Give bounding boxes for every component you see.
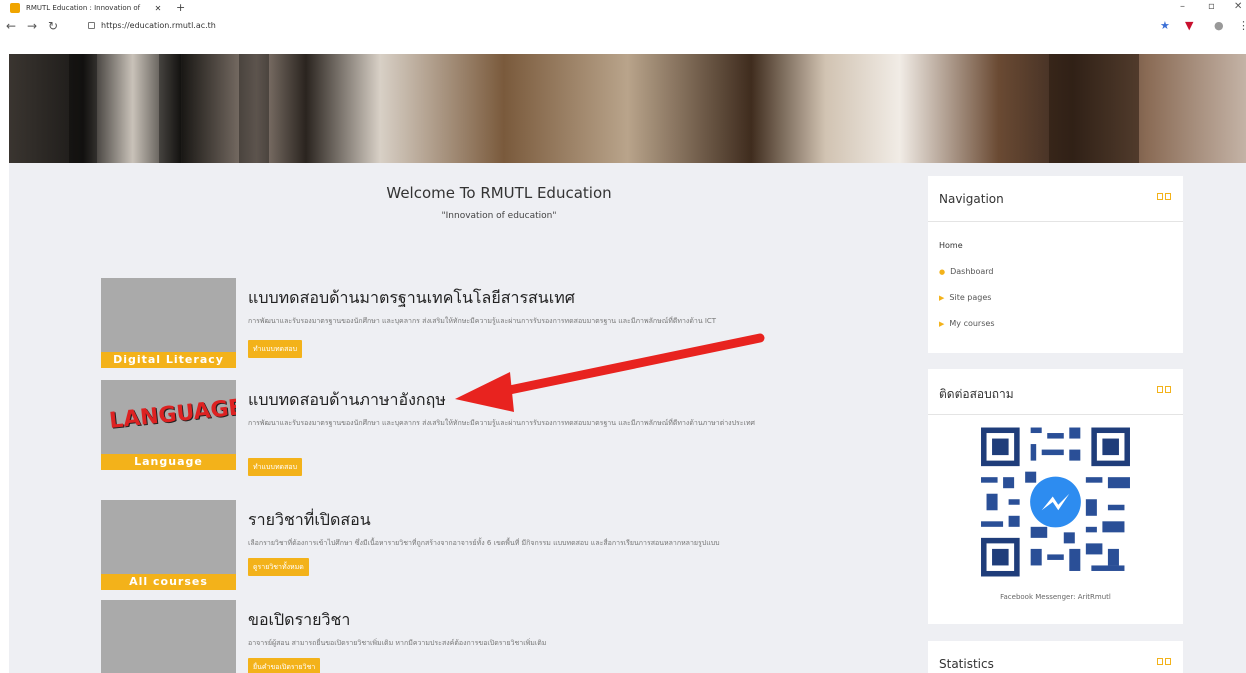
nav-item-my-courses[interactable]: ▶ My courses <box>939 319 994 328</box>
hero-banner <box>9 54 1246 163</box>
close-window-button[interactable]: ✕ <box>1234 1 1242 12</box>
menu-kebab-icon[interactable]: ⋮ <box>1238 19 1246 32</box>
nav-item-dashboard[interactable]: ● Dashboard <box>939 267 994 276</box>
request-course-button[interactable]: ยื่นคำขอเปิดรายวิชา <box>248 658 321 673</box>
browser-tab[interactable]: RMUTL Education : Innovation of ✕ <box>4 0 164 16</box>
extension-shield-icon[interactable]: ▼ <box>1185 19 1193 32</box>
lock-icon <box>88 22 95 29</box>
bullet-icon: ● <box>939 267 946 276</box>
course-card-digital-literacy: Digital Literacy แบบทดสอบด้านมาตรฐานเทคโ… <box>101 278 891 368</box>
nav-home[interactable]: Home <box>939 241 963 250</box>
take-test-button[interactable]: ทำแบบทดสอบ <box>248 340 303 358</box>
course-description: อาจารย์ผู้สอน สามารถยื่นขอเปิดรายวิชาเพิ… <box>248 639 547 647</box>
qr-caption: Facebook Messenger: AritRmutl <box>1000 593 1111 601</box>
take-test-button[interactable]: ทำแบบทดสอบ <box>248 458 303 476</box>
course-title[interactable]: แบบทดสอบด้านมาตรฐานเทคโนโลยีสารสนเทศ <box>248 286 575 311</box>
profile-avatar-icon[interactable]: ● <box>1214 19 1224 32</box>
block-dock-icon[interactable] <box>1157 386 1171 394</box>
course-thumbnail[interactable]: LANGUAGE Language <box>101 380 236 470</box>
course-description: เลือกรายวิชาที่ต้องการเข้าไปศึกษา ซึ่งมี… <box>248 539 720 547</box>
nav-item-site-pages[interactable]: ▶ Site pages <box>939 293 991 302</box>
course-card-request-course: ขอเปิดรายวิชา อาจารย์ผู้สอน สามารถยื่นขอ… <box>101 600 891 673</box>
course-thumbnail[interactable]: All courses <box>101 500 236 590</box>
block-title: Statistics <box>939 657 994 671</box>
address-bar: ← → ↻ https://education.rmutl.ac.th ★ ▼ … <box>0 16 1246 54</box>
course-title[interactable]: รายวิชาที่เปิดสอน <box>248 508 371 533</box>
main-content: Welcome To RMUTL Education "Innovation o… <box>9 163 1246 673</box>
course-thumbnail[interactable] <box>101 600 236 673</box>
thumbnail-caption: All courses <box>101 574 236 590</box>
block-dock-icon[interactable] <box>1157 658 1171 666</box>
thumbnail-word: LANGUAGE <box>108 395 236 434</box>
url-text: https://education.rmutl.ac.th <box>101 21 216 30</box>
browser-tabbar: RMUTL Education : Innovation of ✕ + – ▫ … <box>0 0 1246 16</box>
course-title[interactable]: ขอเปิดรายวิชา <box>248 608 350 633</box>
url-field[interactable]: https://education.rmutl.ac.th <box>88 21 216 30</box>
reload-icon[interactable]: ↻ <box>48 19 58 33</box>
block-dock-icon[interactable] <box>1157 193 1171 201</box>
block-title: Navigation <box>939 192 1004 206</box>
new-tab-button[interactable]: + <box>176 1 185 14</box>
tab-title: RMUTL Education : Innovation of <box>26 4 141 12</box>
restore-button[interactable]: ▫ <box>1208 1 1215 12</box>
expand-arrow-icon: ▶ <box>939 319 945 328</box>
back-arrow-icon[interactable]: ← <box>6 19 16 33</box>
minimize-button[interactable]: – <box>1180 1 1185 12</box>
course-description: การพัฒนาและรับรองมาตรฐานของนักศึกษา และบ… <box>248 317 717 325</box>
course-title[interactable]: แบบทดสอบด้านภาษาอังกฤษ <box>248 388 446 413</box>
course-card-all-courses: All courses รายวิชาที่เปิดสอน เลือกรายวิ… <box>101 500 891 590</box>
course-card-language: LANGUAGE Language แบบทดสอบด้านภาษาอังกฤษ… <box>101 380 891 476</box>
tab-close-icon[interactable]: ✕ <box>152 4 164 13</box>
thumbnail-caption: Digital Literacy <box>101 352 236 368</box>
view-all-courses-button[interactable]: ดูรายวิชาทั้งหมด <box>248 558 309 576</box>
site-favicon-icon <box>10 3 20 13</box>
bookmark-star-icon[interactable]: ★ <box>1160 19 1170 32</box>
course-description: การพัฒนาและรับรองมาตรฐานของนักศึกษา และบ… <box>248 419 755 427</box>
contact-block: ติดต่อสอบถาม Facebook Messenger: AritRmu… <box>928 369 1183 624</box>
block-title: ติดต่อสอบถาม <box>939 387 1014 401</box>
navigation-block: Navigation Home ● Dashboard ▶ Site pages ▶… <box>928 176 1183 353</box>
forward-arrow-icon[interactable]: → <box>27 19 37 33</box>
expand-arrow-icon: ▶ <box>939 293 945 302</box>
welcome-tagline: "Innovation of education" <box>441 211 557 221</box>
course-thumbnail[interactable]: Digital Literacy <box>101 278 236 368</box>
statistics-block: Statistics <box>928 641 1183 673</box>
thumbnail-caption: Language <box>101 454 236 470</box>
welcome-title: Welcome To RMUTL Education <box>386 184 612 202</box>
messenger-qr-code[interactable] <box>974 422 1137 582</box>
